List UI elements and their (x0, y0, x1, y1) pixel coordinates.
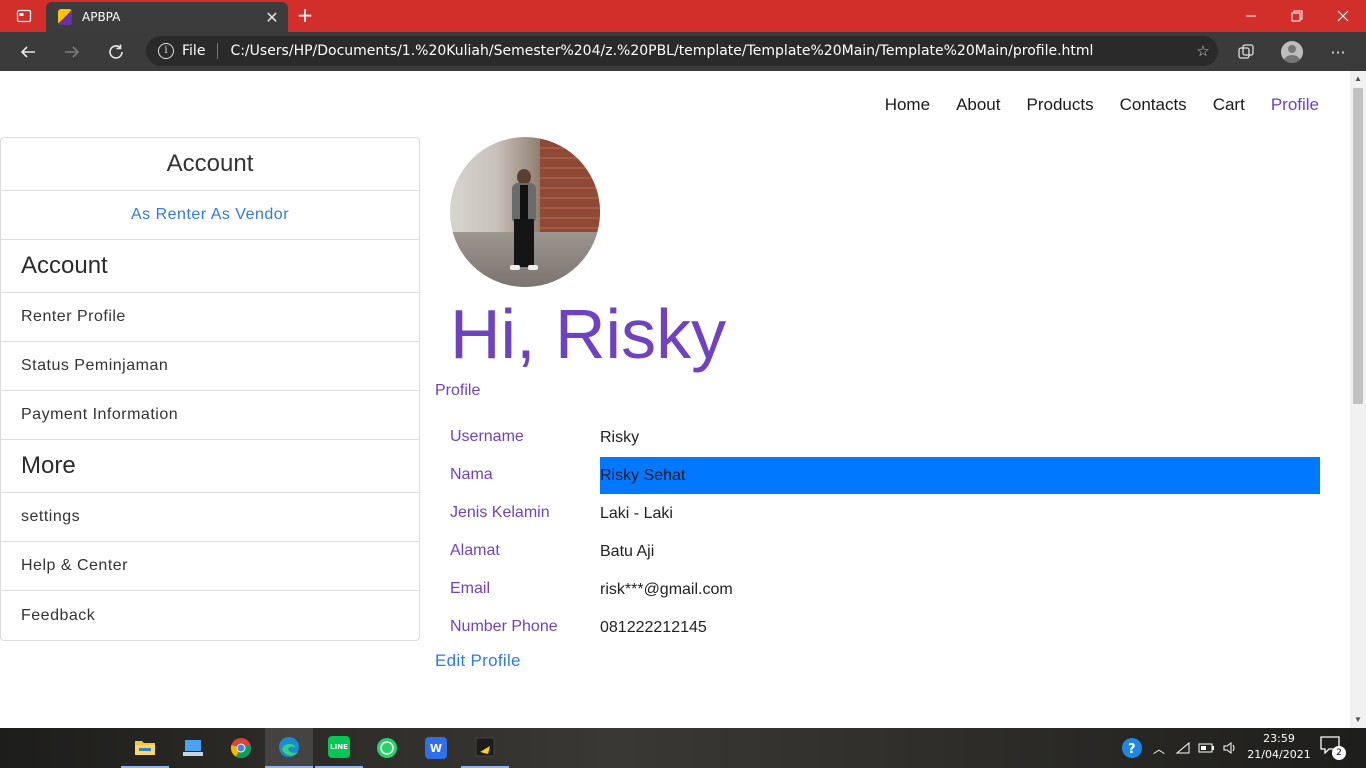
volume-icon[interactable] (1220, 728, 1242, 768)
show-hidden-icons-chevron-up-icon[interactable]: ︿ (1150, 728, 1168, 768)
scroll-down-arrow-icon[interactable]: ▼ (1350, 712, 1366, 728)
info-row-nama: Nama Risky Sehat (435, 457, 1320, 495)
field-value-selected[interactable]: Risky Sehat (600, 457, 1320, 494)
browser-tab-bar: APBPA ✕ + (0, 0, 1366, 32)
url-scheme-label: File (182, 43, 206, 59)
sidebar-item-status-peminjaman[interactable]: Status Peminjaman (1, 342, 419, 391)
field-label: Nama (450, 466, 493, 483)
nav-cart[interactable]: Cart (1213, 95, 1245, 115)
site-info-icon[interactable]: i (158, 43, 174, 59)
this-pc-icon[interactable] (169, 728, 217, 768)
taskbar-clock[interactable]: 23:59 21/04/2021 (1244, 731, 1314, 763)
file-explorer-icon[interactable] (121, 728, 169, 768)
address-bar[interactable]: i File C:/Users/HP/Documents/1.%20Kuliah… (146, 36, 1218, 66)
tab-actions-icon[interactable] (10, 6, 38, 26)
restore-icon[interactable] (1274, 0, 1320, 32)
role-switch-links[interactable]: As Renter As Vendor (1, 191, 419, 240)
battery-icon[interactable] (1196, 728, 1218, 768)
profile-photo (450, 137, 600, 287)
field-label: Jenis Kelamin (450, 504, 550, 521)
tab-close-icon[interactable]: ✕ (260, 8, 284, 27)
field-value: risk***@gmail.com (600, 581, 733, 598)
field-value: Risky (600, 429, 640, 446)
page-viewport: Home About Products Contacts Cart Profil… (0, 71, 1366, 728)
nav-contacts[interactable]: Contacts (1120, 95, 1187, 115)
url-text[interactable]: C:/Users/HP/Documents/1.%20Kuliah/Semest… (230, 43, 1188, 59)
notification-count-badge: 2 (1332, 746, 1346, 760)
scrollbar-thumb[interactable] (1353, 88, 1363, 404)
field-value: 081222212145 (600, 619, 707, 636)
field-value: Laki - Laki (600, 505, 673, 522)
collections-icon[interactable] (1232, 38, 1260, 66)
profile-avatar-icon[interactable] (1278, 38, 1306, 66)
wps-writer-icon[interactable]: W (412, 728, 460, 768)
nav-home[interactable]: Home (885, 95, 930, 115)
sidebar-item-payment-information[interactable]: Payment Information (1, 391, 419, 440)
nav-profile[interactable]: Profile (1271, 95, 1319, 115)
nav-products[interactable]: Products (1027, 95, 1094, 115)
edge-browser-icon[interactable] (265, 728, 313, 768)
profile-section-label: Profile (435, 382, 481, 399)
profile-info-table: Username Risky Nama Risky Sehat Jenis Ke… (435, 419, 1320, 647)
info-row-email: Email risk***@gmail.com (435, 571, 1320, 609)
scroll-up-arrow-icon[interactable]: ▲ (1350, 71, 1366, 87)
sidebar-section-account: Account (1, 240, 419, 293)
new-tab-button[interactable]: + (292, 4, 318, 28)
info-row-username: Username Risky (435, 419, 1320, 457)
back-arrow-icon[interactable] (14, 38, 42, 66)
info-row-jenis-kelamin: Jenis Kelamin Laki - Laki (435, 495, 1320, 533)
close-window-icon[interactable] (1320, 0, 1366, 32)
network-icon[interactable] (1172, 728, 1194, 768)
site-favicon-icon (58, 9, 72, 25)
info-row-alamat: Alamat Batu Aji (435, 533, 1320, 571)
browser-tab-active[interactable]: APBPA ✕ (46, 2, 288, 32)
sidebar-header: Account (1, 138, 419, 191)
sidebar-item-feedback[interactable]: Feedback (1, 591, 419, 640)
minimize-icon[interactable] (1228, 0, 1274, 32)
tab-title: APBPA (82, 10, 121, 24)
top-navigation: Home About Products Contacts Cart Profil… (859, 95, 1319, 115)
field-label: Number Phone (450, 618, 558, 635)
forward-arrow-icon[interactable] (58, 38, 86, 66)
greeting-heading: Hi, Risky (450, 295, 727, 373)
more-options-icon[interactable]: ··· (1324, 38, 1352, 66)
sidebar-item-settings[interactable]: settings (1, 493, 419, 542)
clock-time: 23:59 (1263, 732, 1295, 745)
svg-text:?: ? (1128, 742, 1136, 757)
chrome-icon[interactable] (217, 728, 265, 768)
address-divider (217, 43, 219, 59)
reload-icon[interactable] (102, 38, 130, 66)
info-row-number-phone: Number Phone 081222212145 (435, 609, 1320, 647)
field-value: Batu Aji (600, 543, 655, 560)
field-label: Email (450, 580, 491, 597)
sidebar-item-help-center[interactable]: Help & Center (1, 542, 419, 591)
sidebar-item-renter-profile[interactable]: Renter Profile (1, 293, 419, 342)
edit-profile-link[interactable]: Edit Profile (435, 651, 521, 671)
account-sidebar: Account As Renter As Vendor Account Rent… (0, 137, 420, 641)
whatsapp-icon[interactable] (363, 728, 411, 768)
nav-about[interactable]: About (956, 95, 1000, 115)
sticky-app-icon[interactable] (461, 728, 509, 768)
field-label: Alamat (450, 542, 500, 559)
clock-date: 21/04/2021 (1247, 748, 1311, 761)
windows-taskbar: LINE W ? ︿ 23:59 21/04/2021 2 (0, 728, 1366, 768)
field-label: Username (450, 428, 524, 445)
browser-toolbar: i File C:/Users/HP/Documents/1.%20Kuliah… (0, 32, 1366, 71)
vertical-scrollbar[interactable]: ▲ ▼ (1350, 71, 1366, 728)
add-favorite-star-icon[interactable]: ☆ (1188, 42, 1218, 60)
help-tray-icon[interactable]: ? (1118, 728, 1146, 768)
sidebar-section-more: More (1, 440, 419, 493)
action-center-icon[interactable]: 2 (1320, 736, 1346, 760)
line-app-icon[interactable]: LINE (315, 728, 363, 768)
